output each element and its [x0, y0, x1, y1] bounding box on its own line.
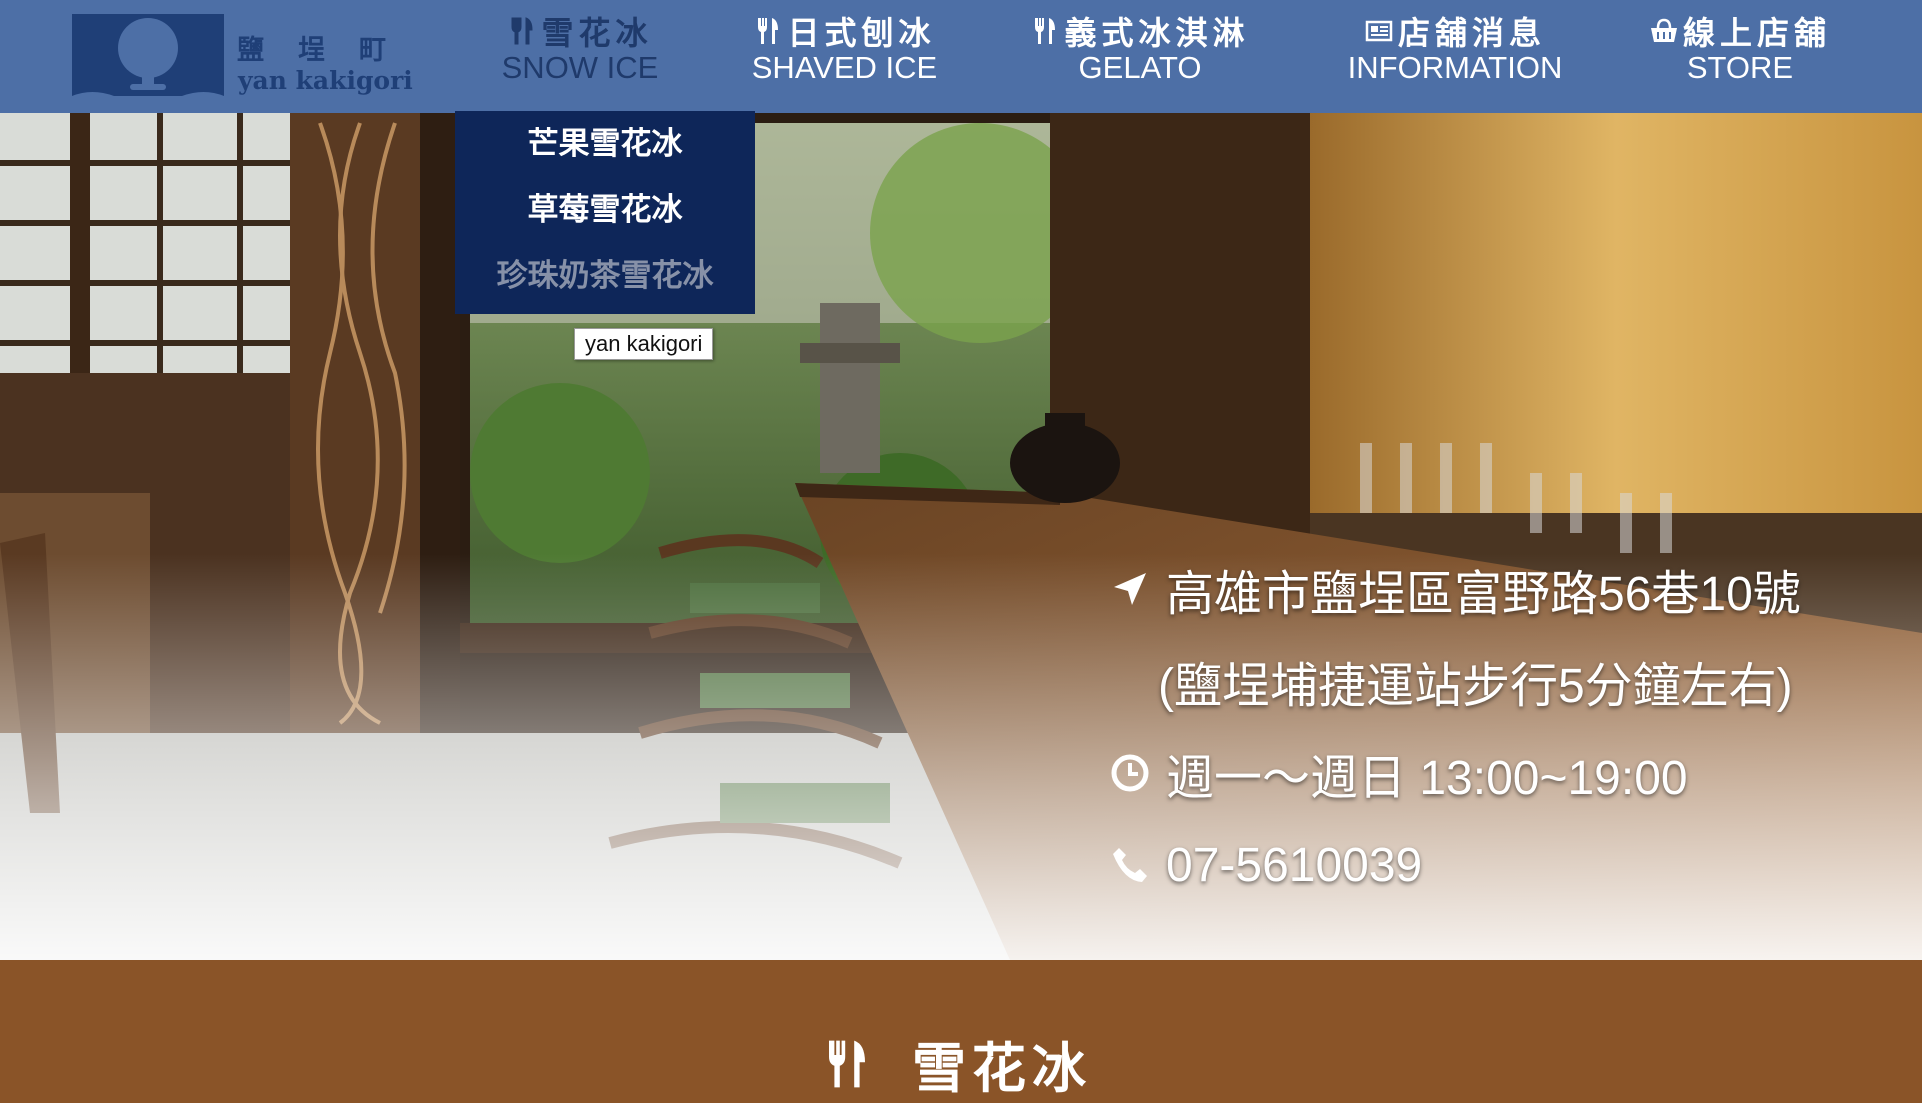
- utensils-icon: [758, 18, 779, 44]
- newspaper-icon: [1365, 20, 1393, 42]
- hours-row: 週一～週日 13:00~19:00: [1110, 737, 1801, 809]
- section-title-text: 雪花冰: [912, 1037, 1092, 1100]
- utensils-icon: [511, 17, 533, 45]
- section-title: 雪花冰: [820, 1024, 1092, 1103]
- nav-label-en: INFORMATION: [1347, 50, 1563, 85]
- logo-mark: [72, 14, 224, 96]
- nav-store[interactable]: 線上店舖 STORE: [1640, 10, 1840, 86]
- utensils-icon: [1035, 18, 1056, 44]
- location-arrow-icon: [1114, 573, 1146, 605]
- nav-snow-ice[interactable]: 雪花冰 SNOW ICE: [495, 10, 665, 86]
- address-row: 高雄市鹽埕區富野路56巷10號: [1110, 553, 1801, 625]
- brand-logo[interactable]: 鹽埕町 yan kakigori: [72, 10, 413, 102]
- address-text: 高雄市鹽埕區富野路56巷10號: [1166, 568, 1801, 621]
- nav-label-zh: 義式冰淇淋: [1064, 14, 1250, 52]
- nav-label-zh: 店舖消息: [1397, 14, 1546, 52]
- dropdown-item-mango[interactable]: 芒果雪花冰: [455, 111, 755, 177]
- nav-label-en: STORE: [1686, 50, 1794, 85]
- top-navbar: 鹽埕町 yan kakigori 雪花冰 SNOW ICE 日式刨冰 SHAVE…: [0, 0, 1922, 113]
- clock-icon: [1111, 754, 1149, 792]
- dropdown-item-bubble-tea[interactable]: 珍珠奶茶雪花冰: [455, 243, 755, 309]
- nav-label-zh: 線上店舖: [1682, 14, 1831, 52]
- directions-row: (鹽埕埔捷運站步行5分鐘左右): [1110, 645, 1801, 717]
- hours-text: 週一～週日 13:00~19:00: [1166, 752, 1688, 805]
- nav-label-zh: 雪花冰: [541, 14, 653, 52]
- phone-text[interactable]: 07-5610039: [1166, 838, 1422, 893]
- utensils-icon: [829, 1040, 865, 1087]
- phone-row: 07-5610039: [1110, 829, 1801, 901]
- snow-ice-dropdown-menu: 芒果雪花冰 草莓雪花冰 珍珠奶茶雪花冰: [455, 111, 755, 314]
- nav-label-zh: 日式刨冰: [787, 14, 936, 52]
- nav-label-en: GELATO: [1078, 50, 1202, 85]
- nav-shaved-ice[interactable]: 日式刨冰 SHAVED ICE: [742, 10, 947, 86]
- nav-label-en: SNOW ICE: [501, 50, 659, 85]
- tooltip: yan kakigori: [574, 328, 714, 360]
- brand-name-zh: 鹽埕町: [237, 35, 420, 66]
- brand-name-en: yan kakigori: [238, 66, 413, 95]
- hero-section: 高雄市鹽埕區富野路56巷10號 (鹽埕埔捷運站步行5分鐘左右) 週一～週日 13…: [0, 113, 1922, 960]
- basket-icon: [1650, 18, 1677, 42]
- store-info: 高雄市鹽埕區富野路56巷10號 (鹽埕埔捷運站步行5分鐘左右) 週一～週日 13…: [1110, 553, 1801, 921]
- nav-label-en: SHAVED ICE: [751, 50, 938, 85]
- directions-text: (鹽埕埔捷運站步行5分鐘左右): [1158, 660, 1793, 713]
- phone-icon: [1113, 848, 1147, 882]
- dropdown-item-strawberry[interactable]: 草莓雪花冰: [455, 177, 755, 243]
- nav-information[interactable]: 店舖消息 INFORMATION: [1335, 10, 1575, 86]
- nav-gelato[interactable]: 義式冰淇淋 GELATO: [1020, 10, 1260, 86]
